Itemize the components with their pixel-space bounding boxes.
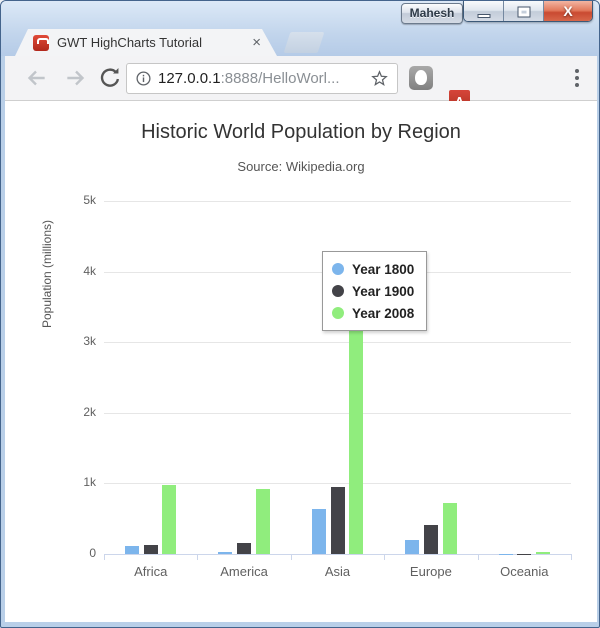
maximize-icon [518, 7, 529, 16]
x-axis-line [104, 554, 571, 555]
browser-tab[interactable]: GWT HighCharts Tutorial × [15, 29, 277, 56]
y-tick-label: 2k [60, 405, 96, 419]
bar-year-2008-america[interactable] [256, 489, 270, 554]
bar-year-2008-europe[interactable] [443, 503, 457, 554]
x-axis-tick [478, 554, 479, 560]
window-controls: X [463, 1, 593, 22]
bar-year-1900-africa[interactable] [144, 545, 158, 554]
gridline [104, 201, 571, 202]
url-host: 127.0.0.1 [158, 70, 221, 87]
chart-plot: 0 1k 2k 3k 4k 5k AfricaAmericaAsiaEuropeOceani… [5, 101, 597, 622]
gridline [104, 483, 571, 484]
minimize-icon [477, 14, 490, 18]
close-window-button[interactable]: X [544, 1, 592, 22]
x-axis-tick [104, 554, 105, 560]
x-axis-tick [291, 554, 292, 560]
y-tick-label: 1k [60, 475, 96, 489]
bar-year-1900-asia[interactable] [331, 487, 345, 554]
browser-toolbar: 127.0.0.1:8888/HelloWorl... A [5, 56, 597, 101]
chart-legend: Year 1800 Year 1900 Year 2008 [322, 251, 427, 331]
extension-ghost-icon[interactable] [409, 66, 433, 90]
profile-button[interactable]: Mahesh [401, 3, 463, 24]
x-axis-tick [384, 554, 385, 560]
x-axis-label: Asia [291, 564, 384, 579]
x-axis-tick [571, 554, 572, 560]
refresh-button[interactable] [97, 65, 123, 91]
x-axis-label: Europe [384, 564, 477, 579]
forward-button[interactable] [63, 65, 89, 91]
url-text[interactable]: 127.0.0.1:8888/HelloWorl... [158, 70, 370, 87]
bar-year-2008-oceania[interactable] [536, 552, 550, 554]
tab-title: GWT HighCharts Tutorial [57, 35, 244, 50]
legend-marker-icon [332, 263, 344, 275]
browser-window: Mahesh X GWT HighCharts Tutorial × [0, 0, 600, 628]
gwt-favicon-icon [33, 35, 49, 51]
address-bar[interactable]: 127.0.0.1:8888/HelloWorl... [126, 63, 398, 94]
y-tick-label: 4k [60, 264, 96, 278]
x-axis-label: America [197, 564, 290, 579]
gridline [104, 342, 571, 343]
bar-year-1900-europe[interactable] [424, 525, 438, 554]
page-content: Historic World Population by Region Sour… [5, 101, 597, 622]
legend-label: Year 1900 [352, 284, 414, 299]
url-path: :8888/HelloWorl... [221, 70, 340, 87]
bookmark-star-icon[interactable] [370, 69, 389, 88]
x-axis-label: Africa [104, 564, 197, 579]
page-info-icon[interactable] [135, 70, 152, 87]
new-tab-button[interactable] [284, 32, 325, 53]
legend-marker-icon [332, 307, 344, 319]
maximize-button[interactable] [504, 1, 544, 22]
legend-label: Year 2008 [352, 306, 414, 321]
x-axis-label: Oceania [478, 564, 571, 579]
gridline [104, 413, 571, 414]
y-tick-label: 3k [60, 334, 96, 348]
legend-item-year-1800[interactable]: Year 1800 [332, 258, 414, 280]
minimize-button[interactable] [464, 1, 504, 22]
close-icon: X [544, 1, 592, 22]
legend-label: Year 1800 [352, 262, 414, 277]
y-tick-label: 0 [60, 546, 96, 560]
tab-close-icon[interactable]: × [252, 35, 261, 50]
legend-item-year-2008[interactable]: Year 2008 [332, 302, 414, 324]
legend-marker-icon [332, 285, 344, 297]
bar-year-1800-asia[interactable] [312, 509, 326, 554]
menu-dots-icon[interactable] [567, 67, 587, 89]
legend-item-year-1900[interactable]: Year 1900 [332, 280, 414, 302]
bar-year-1800-america[interactable] [218, 552, 232, 554]
bar-year-1900-america[interactable] [237, 543, 251, 554]
x-axis-tick [197, 554, 198, 560]
y-tick-label: 5k [60, 193, 96, 207]
bar-year-1800-europe[interactable] [405, 540, 419, 554]
back-button[interactable] [23, 65, 49, 91]
bar-year-1800-africa[interactable] [125, 546, 139, 554]
bar-year-2008-africa[interactable] [162, 485, 176, 554]
